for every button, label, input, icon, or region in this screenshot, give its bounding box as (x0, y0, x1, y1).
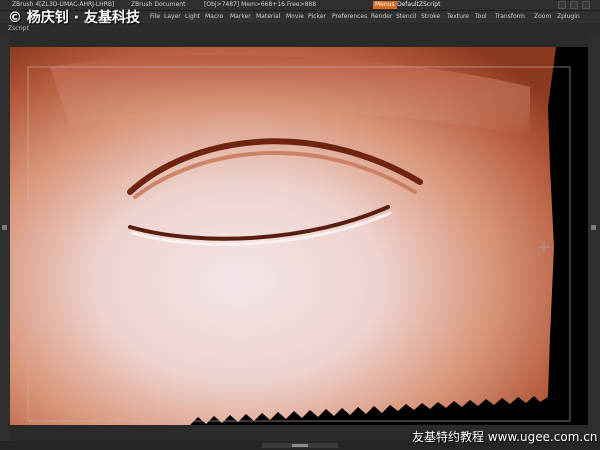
memory-stats: [Obj>7487] Mem>668+16 Free>888 (204, 1, 317, 8)
menu-tool[interactable]: Tool (475, 11, 487, 23)
help-icon[interactable] (558, 1, 566, 9)
menu-zoom[interactable]: Zoom (534, 11, 551, 23)
minimize-icon[interactable] (570, 1, 578, 9)
close-icon[interactable] (582, 1, 590, 9)
sculpt-viewport[interactable] (10, 47, 588, 425)
menu-zplugin[interactable]: Zplugin (557, 11, 580, 23)
menu-file[interactable]: File (150, 11, 160, 23)
right-shelf (588, 33, 600, 441)
left-shelf (0, 33, 10, 441)
menu-macro[interactable]: Macro (205, 11, 223, 23)
bottom-shelf-arrows-icon[interactable] (292, 444, 308, 447)
menu-movie[interactable]: Movie (286, 11, 304, 23)
menu-preferences[interactable]: Preferences (332, 11, 367, 23)
menu-texture[interactable]: Texture (447, 11, 469, 23)
menu-transform[interactable]: Transform (495, 11, 525, 23)
watermark-top-left: © 杨庆钊 · 友基科技 (8, 10, 140, 26)
document-canvas[interactable] (10, 47, 588, 425)
menu-light[interactable]: Light (185, 11, 200, 23)
menu-material[interactable]: Material (256, 11, 280, 23)
default-zscript-button[interactable]: DefaultZScript (397, 0, 440, 10)
menu-layer[interactable]: Layer (164, 11, 181, 23)
left-shelf-toggle-icon[interactable] (2, 225, 7, 230)
menu-marker[interactable]: Marker (230, 11, 251, 23)
menu-picker[interactable]: Picker (308, 11, 326, 23)
menu-render[interactable]: Render (371, 11, 392, 23)
watermark-bottom-right: 友基特约教程 www.ugee.com.cn (412, 430, 598, 444)
menu-stroke[interactable]: Stroke (421, 11, 440, 23)
right-shelf-toggle-icon[interactable] (591, 225, 596, 230)
menus-button[interactable]: Menus (373, 1, 397, 9)
menu-stencil[interactable]: Stencil (396, 11, 416, 23)
